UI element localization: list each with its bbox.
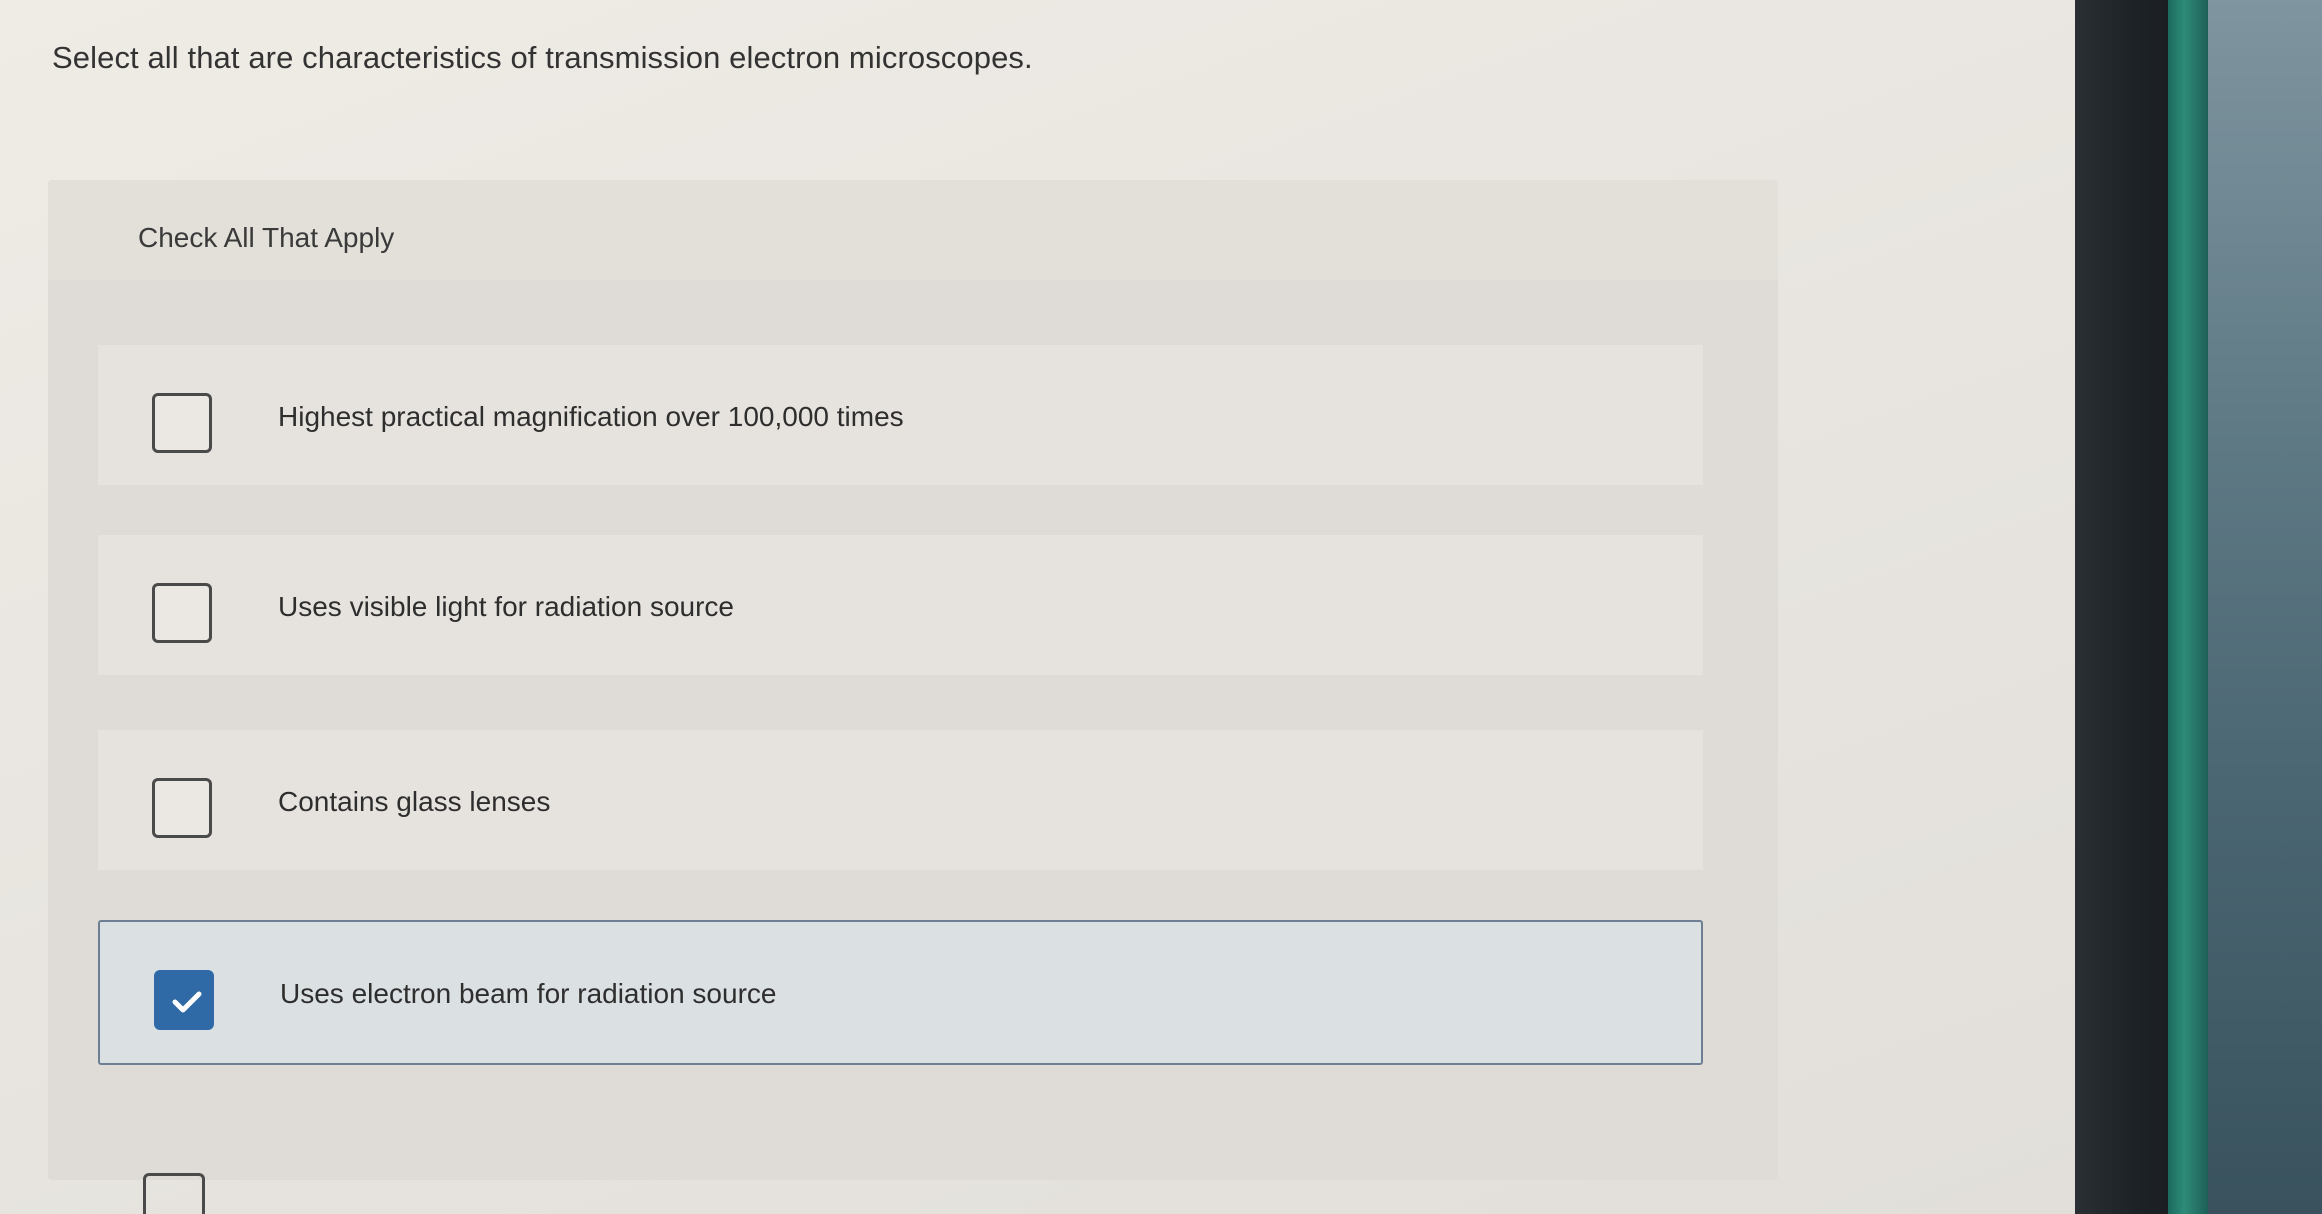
option-4-checkbox[interactable] xyxy=(154,970,214,1030)
option-1[interactable]: Highest practical magnification over 100… xyxy=(98,345,1703,485)
panel-header: Check All That Apply xyxy=(48,180,1778,280)
option-5-checkbox-partial[interactable] xyxy=(143,1173,205,1214)
background-scene xyxy=(2208,0,2322,1214)
option-2[interactable]: Uses visible light for radiation source xyxy=(98,535,1703,675)
option-3-label: Contains glass lenses xyxy=(278,786,551,817)
option-3-checkbox[interactable] xyxy=(152,778,212,838)
option-1-label: Highest practical magnification over 100… xyxy=(278,401,904,432)
option-3[interactable]: Contains glass lenses xyxy=(98,730,1703,870)
checkmark-icon xyxy=(172,991,202,1013)
option-4-label: Uses electron beam for radiation source xyxy=(280,978,777,1009)
monitor-frame-edge xyxy=(2168,0,2208,1214)
answer-panel: Check All That Apply Highest practical m… xyxy=(48,180,1778,1180)
monitor-bezel xyxy=(2075,0,2175,1214)
option-4[interactable]: Uses electron beam for radiation source xyxy=(98,920,1703,1065)
instruction-text: Check All That Apply xyxy=(138,222,395,253)
question-text: Select all that are characteristics of t… xyxy=(52,40,1033,75)
screen: Select all that are characteristics of t… xyxy=(0,0,2075,1214)
option-2-checkbox[interactable] xyxy=(152,583,212,643)
option-1-checkbox[interactable] xyxy=(152,393,212,453)
option-2-label: Uses visible light for radiation source xyxy=(278,591,734,622)
